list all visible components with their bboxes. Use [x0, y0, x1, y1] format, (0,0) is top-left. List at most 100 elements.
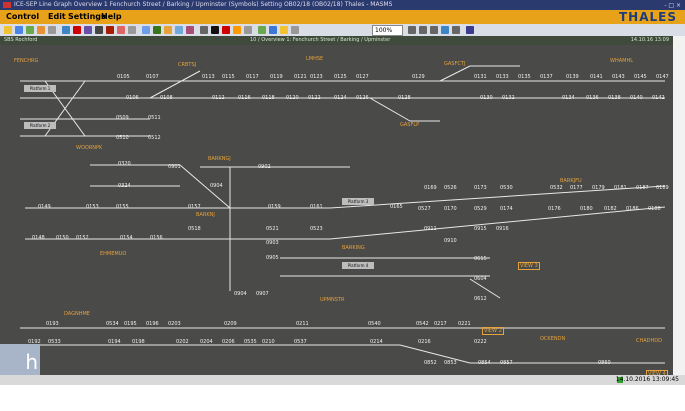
station-lmhse[interactable]: LMHSE [306, 56, 323, 62]
overview-icon[interactable] [441, 26, 449, 34]
station-ehmemuo[interactable]: EHMEMUO [100, 251, 126, 257]
signal-0107[interactable]: 0107 [146, 74, 159, 80]
signal-0154[interactable]: 0154 [120, 235, 133, 241]
signal-0189[interactable]: 0189 [656, 185, 669, 191]
signal-0615[interactable]: 0615 [474, 256, 487, 262]
signal-0132[interactable]: 0132 [502, 95, 515, 101]
alarm-icon[interactable] [73, 26, 81, 34]
signal-0139[interactable]: 0139 [566, 74, 579, 80]
station-crbtsj[interactable]: CRBTSJ [178, 62, 196, 68]
signal-0193[interactable]: 0193 [46, 321, 59, 327]
station-dagnhme[interactable]: DAGNHME [64, 311, 90, 317]
signal-0533[interactable]: 0533 [48, 339, 61, 345]
signal-0204[interactable]: 0204 [200, 339, 213, 345]
signal-0222[interactable]: 0222 [474, 339, 487, 345]
signal-0135[interactable]: 0135 [518, 74, 531, 80]
signal-0915[interactable]: 0915 [474, 226, 487, 232]
signal-0537[interactable]: 0537 [294, 339, 307, 345]
signal-0148[interactable]: 0148 [32, 235, 45, 241]
font-icon[interactable] [466, 26, 474, 34]
signal-0187[interactable]: 0187 [636, 185, 649, 191]
signal-0523[interactable]: 0523 [310, 226, 323, 232]
signal-0122[interactable]: 0122 [308, 95, 321, 101]
station-gasfctj[interactable]: GASFCTJ [444, 61, 465, 67]
graph-icon[interactable] [142, 26, 150, 34]
signal-0127[interactable]: 0127 [356, 74, 369, 80]
refresh-icon[interactable] [26, 26, 34, 34]
signal-0140[interactable]: 0140 [630, 95, 643, 101]
signal-0195[interactable]: 0195 [124, 321, 137, 327]
signal-0530[interactable]: 0530 [500, 185, 513, 191]
station-chadhdd[interactable]: CHADHDD [636, 338, 662, 344]
signal-0170[interactable]: 0170 [444, 206, 457, 212]
points-icon[interactable] [175, 26, 183, 34]
signal-0108[interactable]: 0108 [160, 95, 173, 101]
signal-0188[interactable]: 0188 [648, 206, 661, 212]
menu-control[interactable]: Control [6, 10, 39, 24]
signal-0136[interactable]: 0136 [586, 95, 599, 101]
signal-0142[interactable]: 0142 [652, 95, 665, 101]
signal-0910[interactable]: 0910 [444, 238, 457, 244]
signal-0147[interactable]: 0147 [656, 74, 669, 80]
route-icon[interactable] [153, 26, 161, 34]
station-whamhl[interactable]: WHAMHL [610, 58, 633, 64]
signal-0174[interactable]: 0174 [500, 206, 513, 212]
signal-0150[interactable]: 0150 [56, 235, 69, 241]
signal-0129[interactable]: 0129 [412, 74, 425, 80]
settings-icon[interactable] [128, 26, 136, 34]
signal-0177[interactable]: 0177 [570, 185, 583, 191]
zoom-in-icon[interactable] [419, 26, 427, 34]
signal-0905[interactable]: 0905 [266, 255, 279, 261]
signal-0509[interactable]: 0509 [116, 115, 129, 121]
signal-0526[interactable]: 0526 [444, 185, 457, 191]
signal-0130[interactable]: 0130 [480, 95, 493, 101]
signal-0106[interactable]: 0106 [126, 95, 139, 101]
signal-0113[interactable]: 0113 [202, 74, 215, 80]
signal-0186[interactable]: 0186 [626, 206, 639, 212]
menu-help[interactable]: Help [101, 10, 122, 24]
signal-0118[interactable]: 0118 [262, 95, 275, 101]
zoom-out-icon[interactable] [408, 26, 416, 34]
signal-0123[interactable]: 0123 [310, 74, 323, 80]
signal-0117[interactable]: 0117 [246, 74, 259, 80]
signal-0904[interactable]: 0904 [210, 183, 223, 189]
station-barking[interactable]: BARKING [342, 245, 365, 251]
pen-icon[interactable] [211, 26, 219, 34]
print-icon[interactable] [37, 26, 45, 34]
signal-0133[interactable]: 0133 [496, 74, 509, 80]
signal-0181[interactable]: 0181 [614, 185, 627, 191]
signal-0179[interactable]: 0179 [592, 185, 605, 191]
signal-0324[interactable]: 0324 [118, 183, 131, 189]
signal-0510[interactable]: 0510 [116, 135, 129, 141]
signal-0529[interactable]: 0529 [474, 206, 487, 212]
signal-0911[interactable]: 0911 [424, 226, 437, 232]
flag-icon[interactable] [222, 26, 230, 34]
signal-0216[interactable]: 0216 [418, 339, 431, 345]
signal-0176[interactable]: 0176 [548, 206, 561, 212]
signal-0131[interactable]: 0131 [474, 74, 487, 80]
signal-0209[interactable]: 0209 [224, 321, 237, 327]
signal-0612[interactable]: 0612 [474, 296, 487, 302]
signal-0203[interactable]: 0203 [168, 321, 181, 327]
signal-0152[interactable]: 0152 [76, 235, 89, 241]
line-icon[interactable] [200, 26, 208, 34]
view-2-link[interactable]: VIEW 2 [482, 327, 504, 335]
signal-0852[interactable]: 0852 [424, 360, 437, 366]
signal-0115[interactable]: 0115 [222, 74, 235, 80]
preview-icon[interactable] [48, 26, 56, 34]
signal-0125[interactable]: 0125 [334, 74, 347, 80]
signal-0604[interactable]: 0604 [474, 276, 487, 282]
signal-0320[interactable]: 0320 [118, 161, 131, 167]
record-icon[interactable] [106, 26, 114, 34]
signal-0159[interactable]: 0159 [268, 204, 281, 210]
signal-0198[interactable]: 0198 [132, 339, 145, 345]
signal-0143[interactable]: 0143 [612, 74, 625, 80]
signal-0214[interactable]: 0214 [370, 339, 383, 345]
signal-0540[interactable]: 0540 [368, 321, 381, 327]
signal-0860[interactable]: 0860 [598, 360, 611, 366]
station-gasflp[interactable]: GASFLP [400, 122, 419, 128]
station-woornpk[interactable]: WOORNPK [76, 145, 102, 151]
signal-0149[interactable]: 0149 [38, 204, 51, 210]
station-upmnstr[interactable]: UPMNSTR [320, 297, 344, 303]
signal-0901[interactable]: 0901 [168, 164, 181, 170]
